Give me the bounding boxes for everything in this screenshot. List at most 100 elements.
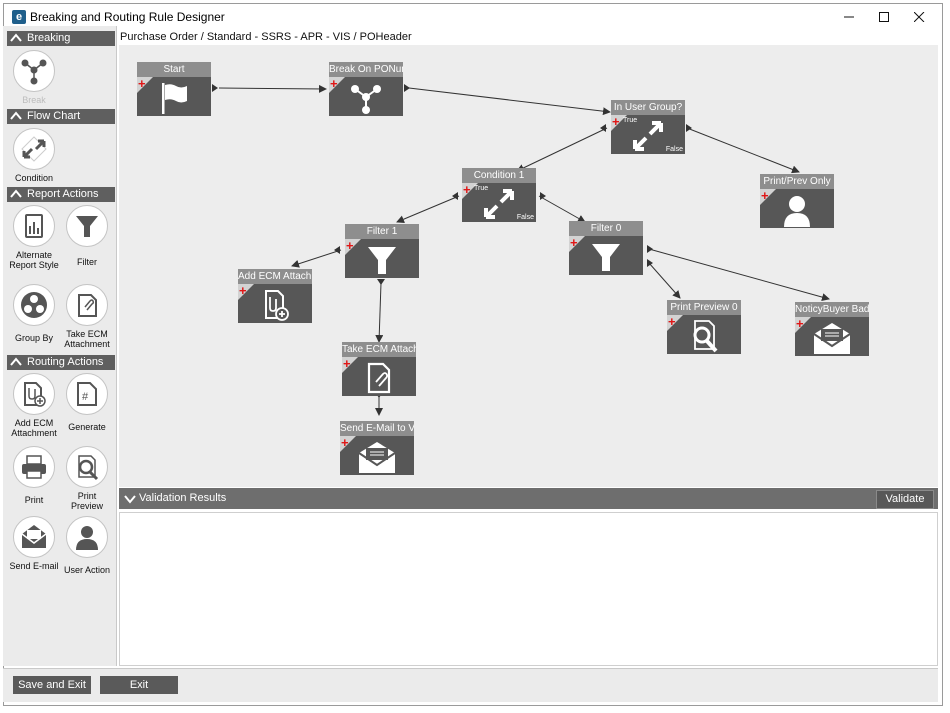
add-icon[interactable]: + (668, 315, 676, 328)
add-icon[interactable]: + (612, 115, 620, 128)
connector-line (648, 248, 830, 301)
filter-icon (592, 244, 620, 271)
connector-line (291, 249, 342, 268)
window-title: Breaking and Routing Rule Designer (30, 10, 225, 24)
printer-icon (22, 455, 46, 479)
node-title: Print/Prev Only (760, 174, 834, 189)
tool-send-email[interactable]: Send E-mail (8, 516, 60, 571)
minimize-button[interactable] (831, 7, 867, 27)
tool-add-ecm-attachment[interactable]: Add ECM Attachment (8, 373, 60, 438)
node-print-prev-only[interactable]: Print/Prev Only + (760, 174, 834, 228)
add-icon[interactable]: + (343, 357, 351, 370)
tool-alternate-report-style[interactable]: Alternate Report Style (8, 205, 60, 270)
validation-results-panel (119, 512, 938, 666)
validate-button[interactable]: Validate (876, 490, 934, 509)
chevron-down-icon (124, 495, 136, 504)
section-header-breaking[interactable]: Breaking (7, 31, 115, 46)
node-title: Filter 1 (345, 224, 419, 239)
section-header-routing-actions[interactable]: Routing Actions (7, 355, 115, 370)
tool-label: Generate (68, 422, 106, 432)
tool-label: Send E-mail (9, 561, 59, 571)
chevron-up-icon (10, 33, 22, 42)
output-port-icon[interactable] (377, 279, 385, 285)
add-icon[interactable]: + (239, 284, 247, 297)
add-icon[interactable]: + (463, 183, 471, 196)
tool-print[interactable]: Print (8, 446, 60, 505)
output-port-icon[interactable] (647, 245, 653, 253)
validation-results-header[interactable]: Validation Results Validate (119, 488, 938, 509)
add-icon[interactable]: + (796, 317, 804, 330)
tool-break[interactable]: Break (8, 50, 60, 105)
email-icon (358, 442, 396, 473)
print-preview-icon (693, 320, 718, 353)
tool-condition[interactable]: Condition (8, 128, 60, 183)
node-send-email-to-vendor[interactable]: Send E-Mail to Ver + (340, 421, 414, 475)
add-icon[interactable]: + (570, 236, 578, 249)
tool-label: Take ECM Attachment (64, 329, 110, 349)
condition-icon (633, 121, 663, 151)
user-icon (784, 196, 810, 227)
node-title: Print Preview 0 (667, 300, 741, 315)
output-port-icon[interactable] (334, 246, 340, 254)
connector-line (375, 282, 384, 343)
exit-button[interactable]: Exit (100, 676, 178, 694)
node-title: Break On PONum (329, 62, 403, 77)
connector-lines (212, 84, 830, 416)
false-port-label: False (516, 214, 534, 221)
tool-print-preview[interactable]: Print Preview (61, 446, 113, 511)
node-filter-1[interactable]: Filter 1 + (345, 224, 419, 278)
output-port-icon[interactable] (686, 124, 692, 132)
tool-label: Add ECM Attachment (11, 418, 57, 438)
node-title: NoticyBuyer Bad E (795, 302, 869, 317)
report-style-icon (25, 214, 43, 238)
node-print-preview-0[interactable]: Print Preview 0 + (667, 300, 741, 354)
tool-filter[interactable]: Filter (61, 205, 113, 267)
node-start[interactable]: Start + (137, 62, 211, 116)
tool-group-by[interactable]: Group By (8, 284, 60, 343)
save-and-exit-button[interactable]: Save and Exit (13, 676, 91, 694)
node-title: Start (137, 62, 211, 77)
app-logo-icon: e (12, 10, 26, 24)
node-title: Condition 1 (462, 168, 536, 183)
tool-user-action[interactable]: User Action (61, 516, 113, 575)
filter-icon (76, 216, 98, 237)
maximize-button[interactable] (866, 7, 902, 27)
add-icon[interactable]: + (341, 436, 349, 449)
add-icon[interactable]: + (330, 77, 338, 90)
output-port-icon[interactable] (404, 84, 410, 92)
tool-label: Print (24, 495, 44, 505)
node-title: Filter 0 (569, 221, 643, 236)
email-icon (21, 525, 47, 548)
connector-line (218, 84, 327, 93)
filter-icon (368, 247, 396, 274)
connector-line (648, 262, 681, 299)
tool-label: Condition (14, 173, 54, 183)
tool-take-ecm-attachment[interactable]: Take ECM Attachment (61, 284, 113, 349)
node-condition-1[interactable]: Condition 1 + True False (462, 168, 536, 222)
breadcrumb: Purchase Order / Standard - SSRS - APR -… (120, 31, 412, 43)
tool-generate[interactable]: # Generate (61, 373, 113, 432)
node-title: Add ECM Attach 0 (238, 269, 312, 284)
node-break-on-ponum[interactable]: Break On PONum + (329, 62, 403, 116)
output-port-icon[interactable] (212, 84, 218, 92)
add-icon[interactable]: + (346, 239, 354, 252)
node-filter-0[interactable]: Filter 0 + (569, 221, 643, 275)
chevron-up-icon (10, 189, 22, 198)
add-icon[interactable]: + (138, 77, 146, 90)
connector-line (686, 127, 800, 174)
add-icon[interactable]: + (761, 189, 769, 202)
chevron-up-icon (10, 357, 22, 366)
section-header-flow-chart[interactable]: Flow Chart (7, 109, 115, 124)
close-button[interactable] (901, 7, 937, 27)
section-header-report-actions[interactable]: Report Actions (7, 187, 115, 202)
node-notify-buyer[interactable]: NoticyBuyer Bad E + (795, 302, 869, 356)
node-take-ecm-attach-0[interactable]: Take ECM Attach 0 + (342, 342, 416, 396)
toolbox-sidebar: Breaking Break Flow Chart Condition Repo… (3, 26, 117, 666)
condition-icon (21, 136, 47, 162)
node-add-ecm-attach-0[interactable]: Add ECM Attach 0 + (238, 269, 312, 323)
condition-icon (484, 189, 514, 219)
designer-canvas[interactable]: Start + Break On PONum + In User Group? … (119, 45, 938, 487)
node-in-user-group[interactable]: In User Group? + True False (611, 100, 685, 154)
take-attachment-icon (78, 294, 97, 317)
break-icon (21, 59, 47, 85)
